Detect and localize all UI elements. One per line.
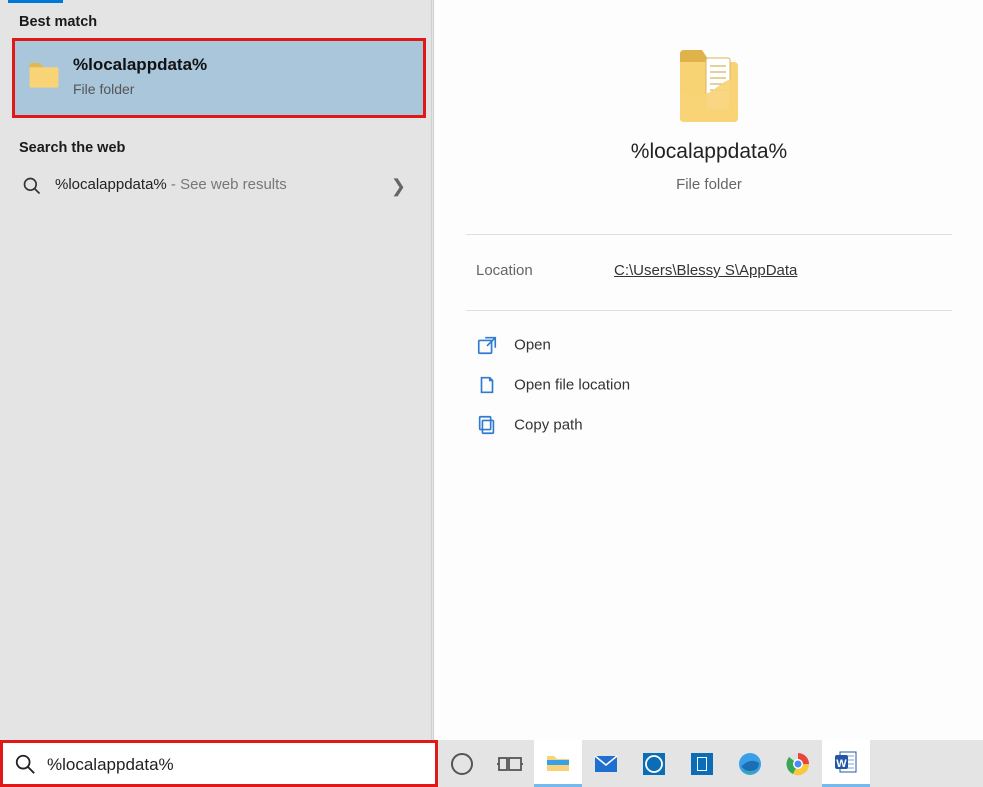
open-icon xyxy=(476,334,498,356)
section-header-best-match: Best match xyxy=(19,14,97,30)
taskbar-file-explorer-button[interactable] xyxy=(534,740,582,787)
web-result-hint: - See web results xyxy=(167,176,287,193)
web-result-text: %localappdata% - See web results xyxy=(55,176,287,193)
best-match-result[interactable]: %localappdata% File folder xyxy=(12,38,426,118)
preview-title: %localappdata% xyxy=(434,140,983,164)
action-copy-path-label: Copy path xyxy=(514,417,582,434)
filter-tab-all-indicator[interactable] xyxy=(8,0,63,3)
action-open-location-label: Open file location xyxy=(514,377,630,394)
folder-large-icon xyxy=(674,40,744,124)
taskbar-office-button[interactable] xyxy=(678,740,726,787)
folder-icon xyxy=(27,57,61,91)
location-label: Location xyxy=(476,262,533,279)
word-icon: W xyxy=(833,749,859,775)
copy-path-icon xyxy=(476,414,498,436)
preview-subtitle: File folder xyxy=(434,176,983,193)
search-icon xyxy=(22,176,42,196)
action-copy-path[interactable]: Copy path xyxy=(476,414,583,442)
taskbar-cortana-button[interactable] xyxy=(438,740,486,787)
dell-icon xyxy=(641,751,667,777)
cortana-icon xyxy=(449,751,475,777)
filter-tab-strip xyxy=(0,0,432,3)
taskbar: W xyxy=(438,740,983,787)
separator xyxy=(466,234,952,235)
separator xyxy=(466,310,952,311)
svg-text:W: W xyxy=(836,758,847,770)
web-result-row[interactable]: %localappdata% - See web results ❯ xyxy=(0,166,432,210)
best-match-subtitle: File folder xyxy=(73,81,134,97)
open-file-location-icon xyxy=(476,374,498,396)
office-icon xyxy=(689,751,715,777)
search-input[interactable] xyxy=(47,749,407,781)
edge-icon xyxy=(737,751,763,777)
taskbar-taskview-button[interactable] xyxy=(486,740,534,787)
taskbar-dell-button[interactable] xyxy=(630,740,678,787)
action-open[interactable]: Open xyxy=(476,334,551,362)
chrome-icon xyxy=(785,751,811,777)
action-open-location[interactable]: Open file location xyxy=(476,374,630,402)
section-header-search-web: Search the web xyxy=(19,140,125,156)
taskbar-search-box[interactable] xyxy=(0,740,438,787)
search-results-pane: Best match %localappdata% File folder Se… xyxy=(0,0,432,740)
location-path-link[interactable]: C:\Users\Blessy S\AppData xyxy=(614,262,797,279)
taskbar-chrome-button[interactable] xyxy=(774,740,822,787)
taskbar-edge-button[interactable] xyxy=(726,740,774,787)
taskbar-word-button[interactable]: W xyxy=(822,740,870,787)
result-preview-pane: %localappdata% File folder Location C:\U… xyxy=(433,0,983,740)
web-result-title: %localappdata% xyxy=(55,176,167,193)
file-explorer-icon xyxy=(545,749,571,775)
best-match-title: %localappdata% xyxy=(73,55,207,75)
task-view-icon xyxy=(497,751,523,777)
taskbar-mail-button[interactable] xyxy=(582,740,630,787)
search-icon xyxy=(14,753,36,775)
action-open-label: Open xyxy=(514,337,551,354)
mail-icon xyxy=(593,751,619,777)
chevron-right-icon[interactable]: ❯ xyxy=(391,176,406,197)
